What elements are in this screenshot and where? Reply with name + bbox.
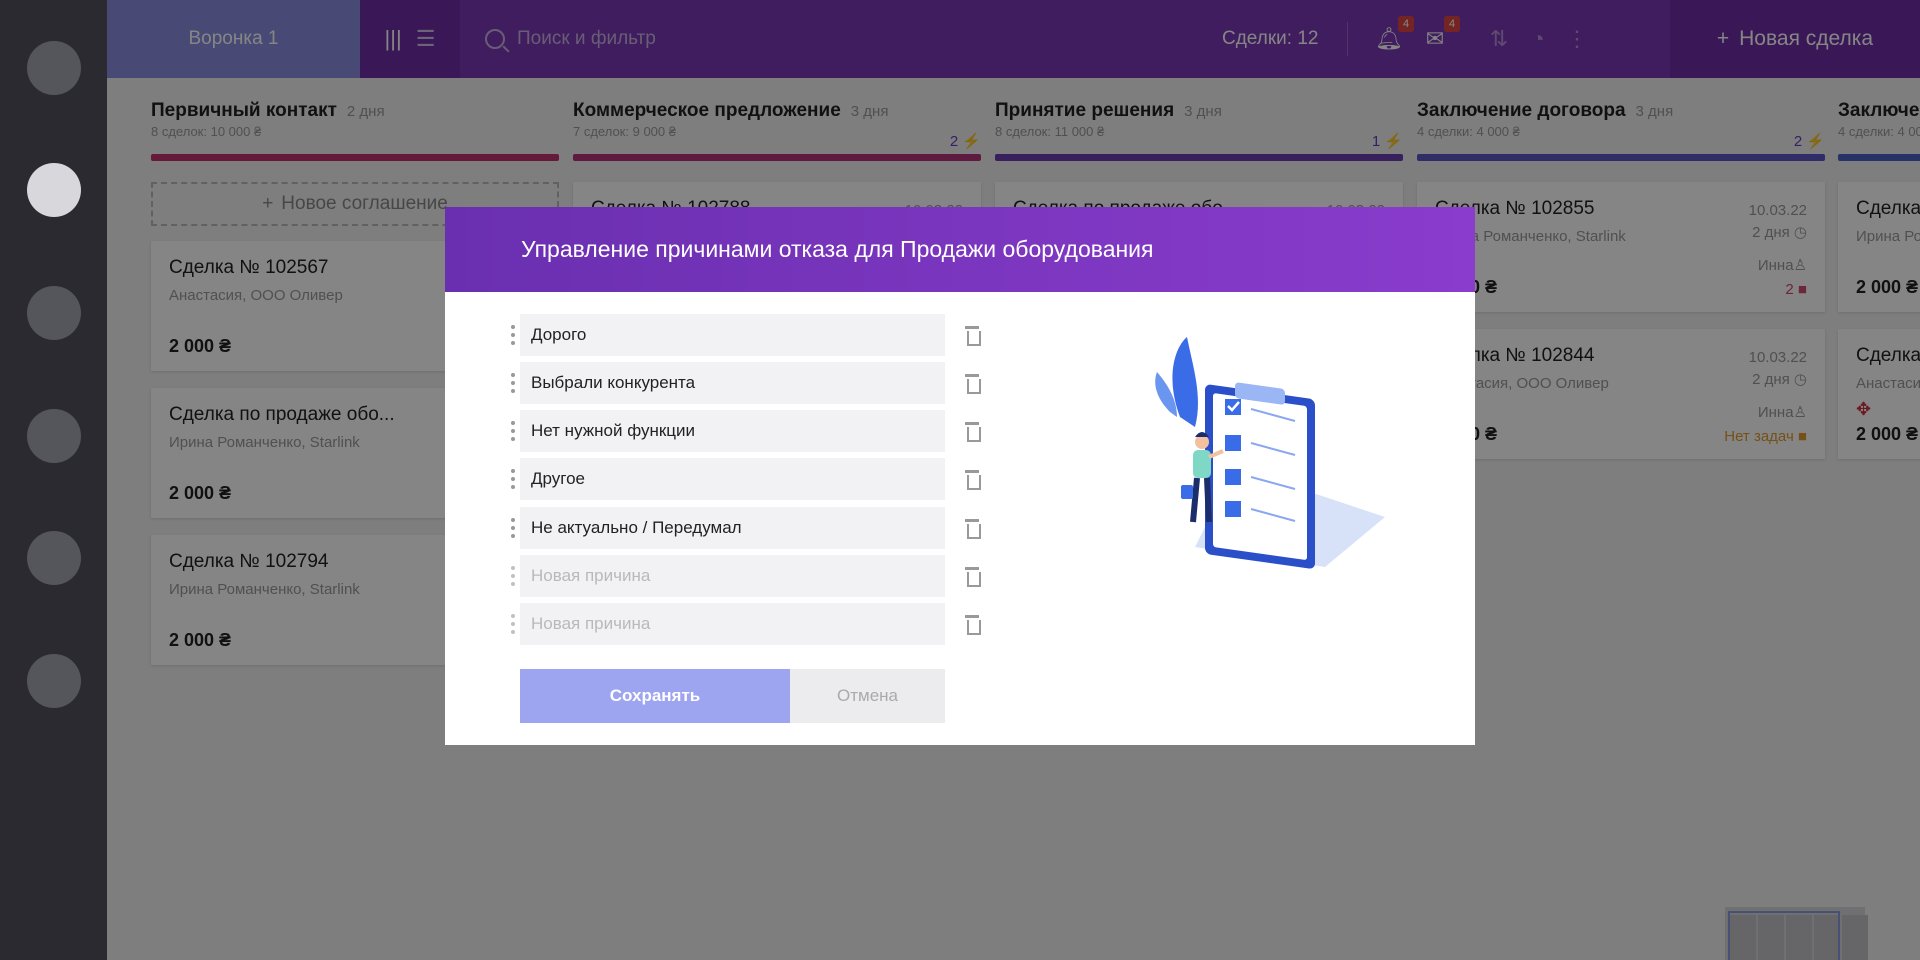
rail-item-5[interactable] <box>27 531 81 585</box>
new-reason-input[interactable] <box>520 555 945 597</box>
reason-row <box>505 555 989 597</box>
drag-handle-icon[interactable] <box>505 314 521 356</box>
reason-row <box>505 458 989 500</box>
rail-item-4[interactable] <box>27 409 81 463</box>
rail-item-2-active[interactable] <box>27 163 81 217</box>
trash-icon[interactable] <box>965 615 981 635</box>
drag-handle-icon[interactable] <box>505 603 521 645</box>
trash-icon[interactable] <box>965 326 981 346</box>
reason-input[interactable] <box>520 507 945 549</box>
drag-handle-icon[interactable] <box>505 410 521 452</box>
rail-item-3[interactable] <box>27 286 81 340</box>
trash-icon[interactable] <box>965 470 981 490</box>
trash-icon[interactable] <box>965 374 981 394</box>
trash-icon[interactable] <box>965 519 981 539</box>
reason-input[interactable] <box>520 458 945 500</box>
new-reason-input[interactable] <box>520 603 945 645</box>
rail-item-1[interactable] <box>27 41 81 95</box>
reason-row <box>505 314 989 356</box>
checklist-illustration <box>1155 337 1385 569</box>
drag-handle-icon[interactable] <box>505 555 521 597</box>
reason-row <box>505 507 989 549</box>
rail-item-6[interactable] <box>27 654 81 708</box>
trash-icon[interactable] <box>965 422 981 442</box>
save-button[interactable]: Сохранять <box>520 669 790 723</box>
modal-title: Управление причинами отказа для Продажи … <box>445 207 1475 292</box>
reason-row <box>505 362 989 404</box>
cancel-button[interactable]: Отмена <box>790 669 945 723</box>
left-rail <box>0 0 107 960</box>
reason-input[interactable] <box>520 410 945 452</box>
drag-handle-icon[interactable] <box>505 362 521 404</box>
drag-handle-icon[interactable] <box>505 507 521 549</box>
trash-icon[interactable] <box>965 567 981 587</box>
reason-row <box>505 603 989 645</box>
refusal-reasons-modal: Управление причинами отказа для Продажи … <box>445 207 1475 745</box>
reason-input[interactable] <box>520 314 945 356</box>
reason-row <box>505 410 989 452</box>
drag-handle-icon[interactable] <box>505 458 521 500</box>
reason-input[interactable] <box>520 362 945 404</box>
